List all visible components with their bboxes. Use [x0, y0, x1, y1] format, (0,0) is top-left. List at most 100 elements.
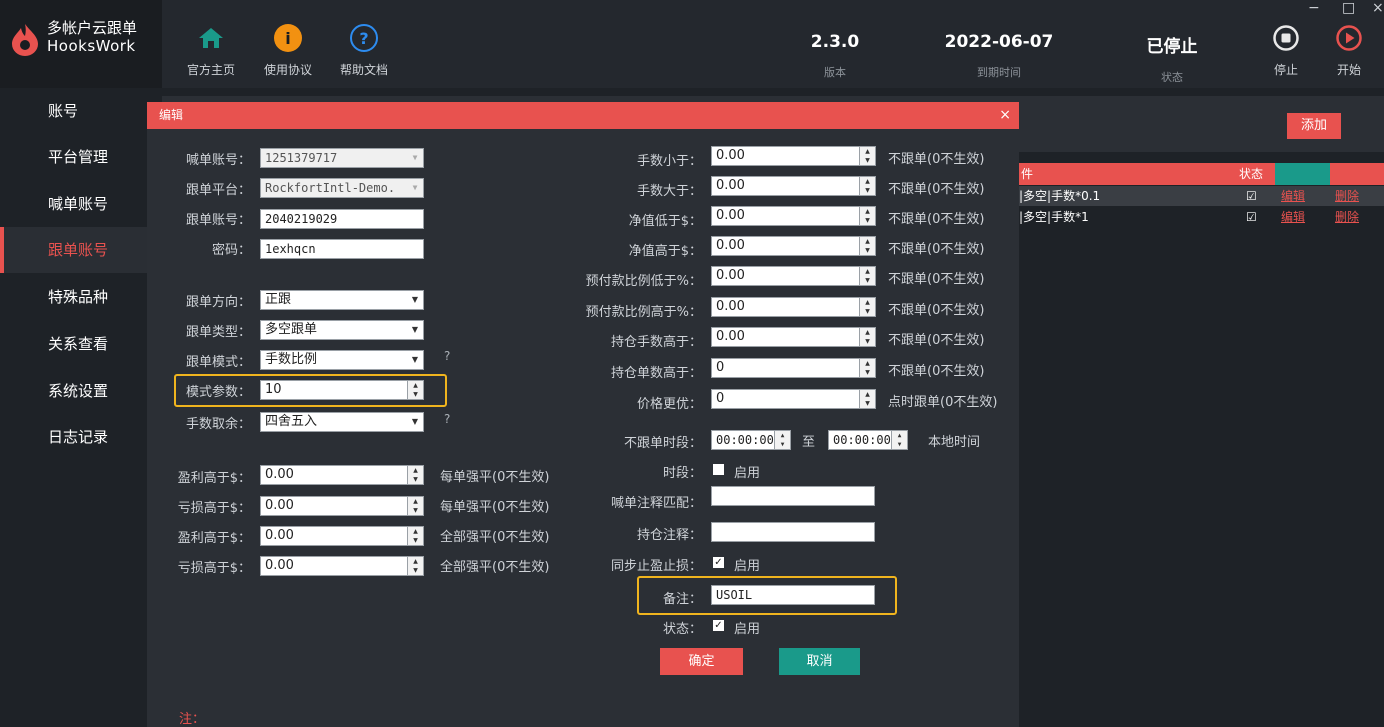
- row-check[interactable]: ☑: [1246, 207, 1257, 227]
- password-input[interactable]: 1exhqcn: [260, 239, 424, 259]
- start-button[interactable]: 开始: [1319, 24, 1379, 78]
- signal-account-select[interactable]: 1251379717 ▼: [260, 148, 424, 168]
- stop-icon: [1272, 24, 1300, 52]
- sidebar-item-platform[interactable]: 平台管理: [0, 134, 162, 180]
- table-row[interactable]: |多空|手数*0.1 ☑ 编辑 删除: [1019, 186, 1384, 206]
- minimize-button[interactable]: −: [1308, 0, 1320, 16]
- pnl-label-1: 盈利高于$：: [177, 471, 251, 486]
- spinner-icon[interactable]: ▲ ▼: [891, 431, 907, 449]
- signal-account-value: 1251379717: [265, 151, 338, 165]
- position-comment-input[interactable]: [711, 522, 875, 542]
- no-follow-from-input[interactable]: 00:00:00 ▲ ▼: [711, 430, 791, 450]
- pnl-label-4: 亏损高于$：: [177, 561, 251, 576]
- mode-value: 手数比例: [265, 352, 318, 367]
- sidebar-item-account[interactable]: 账号: [0, 88, 162, 134]
- direction-select[interactable]: 正跟 ▼: [260, 290, 424, 310]
- filter-input-8[interactable]: 0 ▲ ▼: [711, 358, 876, 378]
- app-subtitle: HooksWork: [47, 37, 136, 55]
- mode-param-input[interactable]: 10 ▲ ▼: [260, 380, 424, 400]
- spinner-icon[interactable]: ▲ ▼: [859, 177, 875, 195]
- sidebar-item-logs[interactable]: 日志记录: [0, 414, 162, 460]
- filter-input-6[interactable]: 0.00 ▲ ▼: [711, 297, 876, 317]
- follow-account-input[interactable]: 2040219029: [260, 209, 424, 229]
- spinner-icon[interactable]: ▲ ▼: [859, 359, 875, 377]
- remark-input[interactable]: USOIL: [711, 585, 875, 605]
- spinner-icon[interactable]: ▲ ▼: [859, 237, 875, 255]
- pnl-label-3: 盈利高于$：: [177, 531, 251, 546]
- no-follow-period-label: 不跟单时段：: [623, 436, 702, 451]
- signal-comment-input[interactable]: [711, 486, 875, 506]
- pnl-hint-4: 全部强平(0不生效): [440, 560, 550, 575]
- cancel-button[interactable]: 取消: [779, 648, 860, 675]
- filter-input-2[interactable]: 0.00 ▲ ▼: [711, 176, 876, 196]
- row-delete-link[interactable]: 删除: [1335, 186, 1359, 206]
- row-delete-link[interactable]: 删除: [1335, 207, 1359, 227]
- spinner-icon[interactable]: ▲ ▼: [859, 147, 875, 165]
- sync-sltp-checkbox[interactable]: ✓: [713, 557, 724, 568]
- rounding-select[interactable]: 四舍五入 ▼: [260, 412, 424, 432]
- close-window-button[interactable]: ×: [1372, 0, 1384, 16]
- pnl-input-4[interactable]: 0.00 ▲ ▼: [260, 556, 424, 576]
- platform-select[interactable]: RockfortIntl-Demo. ▼: [260, 178, 424, 198]
- row-edit-link[interactable]: 编辑: [1281, 186, 1305, 206]
- spinner-icon[interactable]: ▲ ▼: [407, 497, 423, 515]
- home-icon: [197, 24, 225, 52]
- filter-input-9[interactable]: 0 ▲ ▼: [711, 389, 876, 409]
- spinner-icon[interactable]: ▲ ▼: [774, 431, 790, 449]
- spinner-icon[interactable]: ▲ ▼: [859, 298, 875, 316]
- period-checkbox[interactable]: [713, 464, 724, 475]
- filter-input-5[interactable]: 0.00 ▲ ▼: [711, 266, 876, 286]
- sidebar-item-settings[interactable]: 系统设置: [0, 368, 162, 414]
- stop-label: 停止: [1273, 63, 1298, 77]
- pnl-value-4: 0.00: [265, 558, 294, 573]
- filter-label-5: 预付款比例低于%：: [585, 274, 702, 289]
- pnl-input-2[interactable]: 0.00 ▲ ▼: [260, 496, 424, 516]
- row-check[interactable]: ☑: [1246, 186, 1257, 206]
- spinner-icon[interactable]: ▲ ▼: [407, 381, 423, 399]
- spinner-icon[interactable]: ▲ ▼: [859, 207, 875, 225]
- expiry-label: 到期时间: [977, 66, 1021, 79]
- mode-help-icon[interactable]: ?: [444, 349, 450, 363]
- type-label: 跟单类型：: [185, 325, 251, 340]
- sidebar-item-follow-accounts[interactable]: 跟单账号: [0, 227, 162, 273]
- no-follow-to-input[interactable]: 00:00:00 ▲ ▼: [828, 430, 908, 450]
- help-button[interactable]: ? 帮助文档: [334, 24, 394, 78]
- home-button[interactable]: 官方主页: [181, 24, 241, 78]
- close-icon[interactable]: ×: [999, 102, 1011, 129]
- filter-input-1[interactable]: 0.00 ▲ ▼: [711, 146, 876, 166]
- spinner-icon[interactable]: ▲ ▼: [859, 390, 875, 408]
- confirm-button[interactable]: 确定: [660, 648, 743, 675]
- add-button[interactable]: 添加: [1287, 113, 1341, 139]
- pnl-input-1[interactable]: 0.00 ▲ ▼: [260, 465, 424, 485]
- spinner-icon[interactable]: ▲ ▼: [407, 466, 423, 484]
- filter-input-7[interactable]: 0.00 ▲ ▼: [711, 327, 876, 347]
- spinner-icon[interactable]: ▲ ▼: [859, 267, 875, 285]
- row-edit-link[interactable]: 编辑: [1281, 207, 1305, 227]
- status-info: 已停止 状态: [1137, 32, 1207, 85]
- pnl-input-3[interactable]: 0.00 ▲ ▼: [260, 526, 424, 546]
- signal-comment-label: 喊单注释匹配：: [610, 496, 702, 511]
- filter-value-9: 0: [716, 391, 725, 406]
- no-follow-to-value: 00:00:00: [833, 433, 891, 447]
- filter-hint-8: 不跟单(0不生效): [888, 364, 985, 379]
- mode-select[interactable]: 手数比例 ▼: [260, 350, 424, 370]
- maximize-button[interactable]: □: [1342, 0, 1355, 16]
- stop-button[interactable]: 停止: [1256, 24, 1316, 78]
- filter-hint-6: 不跟单(0不生效): [888, 303, 985, 318]
- pnl-value-3: 0.00: [265, 528, 294, 543]
- sidebar-item-special-symbols[interactable]: 特殊品种: [0, 274, 162, 320]
- spinner-icon[interactable]: ▲ ▼: [407, 557, 423, 575]
- rounding-help-icon[interactable]: ?: [444, 412, 450, 426]
- filter-input-3[interactable]: 0.00 ▲ ▼: [711, 206, 876, 226]
- status-checkbox[interactable]: ✓: [713, 620, 724, 631]
- agreement-button[interactable]: i 使用协议: [258, 24, 318, 78]
- period-checkbox-label: 启用: [734, 466, 761, 481]
- spinner-icon[interactable]: ▲ ▼: [859, 328, 875, 346]
- app-title: 多帐户云跟单: [47, 19, 138, 37]
- table-row[interactable]: |多空|手数*1 ☑ 编辑 删除: [1019, 207, 1384, 227]
- sidebar-item-relations[interactable]: 关系查看: [0, 321, 162, 367]
- spinner-icon[interactable]: ▲ ▼: [407, 527, 423, 545]
- sidebar-item-signal-accounts[interactable]: 喊单账号: [0, 181, 162, 227]
- type-select[interactable]: 多空跟单 ▼: [260, 320, 424, 340]
- filter-input-4[interactable]: 0.00 ▲ ▼: [711, 236, 876, 256]
